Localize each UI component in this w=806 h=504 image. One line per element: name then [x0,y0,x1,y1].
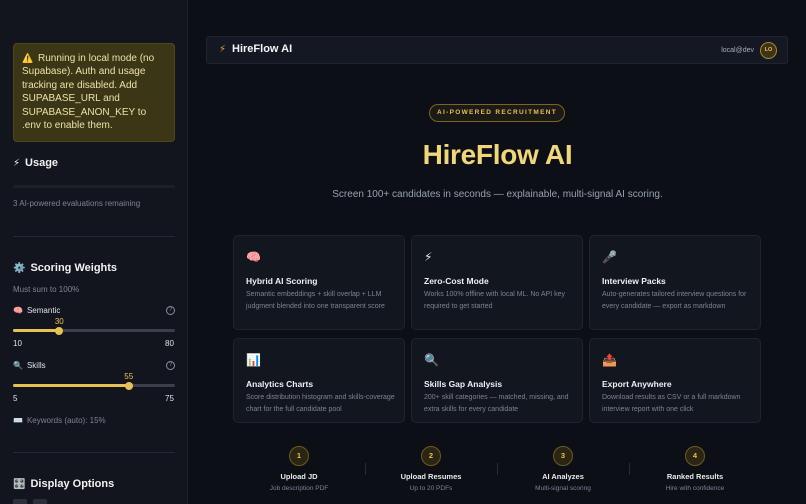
divider [13,236,175,237]
semantic-slider-fill [13,329,60,332]
feature-title: Skills Gap Analysis [424,379,503,389]
user-menu[interactable]: local@dev LO [721,42,777,59]
local-mode-warning: ⚠️ Running in local mode (no Supabase). … [13,43,175,142]
feature-desc: Semantic embeddings + skill overlap + LL… [246,291,385,310]
semantic-value: 30 [54,317,64,326]
display-options-row [13,499,47,504]
feature-desc: Download results as CSV or a full markdo… [602,394,741,413]
feature-card-analytics: 📊 Analytics Charts Score distribution hi… [233,338,405,423]
step-upload-resumes: 2 Upload Resumes Up to 20 PDFs [371,446,491,492]
step-number: 3 [553,446,573,466]
feature-card-interview-packs: 🎤 Interview Packs Auto-generates tailore… [589,235,761,330]
usage-section-title: ⚡ Usage [13,157,58,169]
magnifier-icon: 🔍 [424,353,439,367]
feature-card-zero-cost: ⚡ Zero-Cost Mode Works 100% offline with… [411,235,583,330]
step-title: Upload JD [280,472,318,481]
avatar[interactable]: LO [760,42,777,59]
brain-icon: 🧠 [13,306,23,315]
skills-help-icon[interactable]: ? [166,361,175,370]
skills-slider-fill [13,384,129,387]
skills-max: 75 [165,394,174,403]
microphone-icon: 🎤 [602,250,617,264]
step-subtitle: Job description PDF [269,485,329,492]
sidebar: ⚠️ Running in local mode (no Supabase). … [0,0,188,504]
usage-remaining: 3 AI-powered evaluations remaining [13,199,141,208]
step-separator [629,463,630,475]
warning-icon: ⚠️ [22,53,34,63]
brand-name: HireFlow AI [232,43,293,55]
export-icon: 📤 [602,353,617,367]
step-ranked-results: 4 Ranked Results Hire with confidence [635,446,755,492]
gear-icon: ⚙️ [13,262,26,274]
weights-title: Scoring Weights [30,262,118,274]
feature-card-hybrid-scoring: 🧠 Hybrid AI Scoring Semantic embeddings … [233,235,405,330]
brain-icon: 🧠 [246,250,261,264]
hero-badge: AI-POWERED RECRUITMENT [429,104,565,122]
step-subtitle: Multi-signal scoring [535,485,591,492]
step-number: 1 [289,446,309,466]
feature-desc: Auto-generates tailored interview questi… [602,291,747,310]
top-bar: ⚡ HireFlow AI local@dev LO [206,36,788,64]
semantic-max: 80 [165,339,174,348]
step-upload-jd: 1 Upload JD Job description PDF [239,446,359,492]
bolt-icon: ⚡ [13,157,21,169]
grid-icon: 🎛️ [13,478,26,490]
feature-title: Export Anywhere [602,379,672,389]
step-title: Ranked Results [666,472,724,481]
bolt-icon: ⚡ [424,250,433,264]
feature-card-skills-gap: 🔍 Skills Gap Analysis 200+ skill categor… [411,338,583,423]
skills-slider[interactable] [13,381,175,390]
step-separator [497,463,498,475]
semantic-slider-thumb[interactable] [55,326,64,335]
feature-title: Zero-Cost Mode [424,276,489,286]
feature-card-export: 📤 Export Anywhere Download results as CS… [589,338,761,423]
keyboard-icon: ⌨️ [13,416,23,425]
step-subtitle: Hire with confidence [665,485,725,492]
feature-desc: 200+ skill categories — matched, missing… [424,394,569,413]
step-separator [365,463,366,475]
usage-title: Usage [25,157,59,169]
weights-hint: Must sum to 100% [13,285,80,294]
magnifier-icon: 🔍 [13,361,23,370]
skills-label: 🔍 Skills [13,361,46,370]
hero-subtitle: Screen 100+ candidates in seconds — expl… [332,189,663,200]
feature-title: Analytics Charts [246,379,314,389]
hero-title: HireFlow AI [422,139,573,170]
skills-min: 5 [13,394,18,403]
step-ai-analyzes: 3 AI Analyzes Multi-signal scoring [503,446,623,492]
semantic-label: 🧠 Semantic [13,306,61,315]
brand[interactable]: ⚡ HireFlow AI [219,43,292,55]
semantic-min: 10 [13,339,22,348]
usage-progress-bar [13,185,175,188]
display-options-title: 🎛️ Display Options [13,478,115,490]
bolt-icon: ⚡ [219,43,227,55]
keywords-auto: ⌨️ Keywords (auto): 15% [13,416,106,425]
feature-title: Interview Packs [602,276,666,286]
step-subtitle: Up to 20 PDFs [409,485,453,492]
feature-desc: Score distribution histogram and skills-… [246,394,395,413]
step-title: AI Analyzes [542,472,584,481]
main-content: ⚡ HireFlow AI local@dev LO AI-POWERED RE… [189,0,806,504]
weights-section-title: ⚙️ Scoring Weights [13,262,117,274]
step-number: 2 [421,446,441,466]
username: local@dev [721,47,754,54]
semantic-help-icon[interactable]: ? [166,306,175,315]
semantic-slider[interactable] [13,326,175,335]
skills-slider-thumb[interactable] [124,381,133,390]
bar-chart-icon: 📊 [246,353,261,367]
step-title: Upload Resumes [400,472,462,481]
feature-desc: Works 100% offline with local ML. No API… [424,291,565,310]
step-number: 4 [685,446,705,466]
skills-value: 55 [124,372,134,381]
warning-text: Running in local mode (no Supabase). Aut… [22,53,155,132]
divider [13,452,175,453]
feature-title: Hybrid AI Scoring [246,276,318,286]
